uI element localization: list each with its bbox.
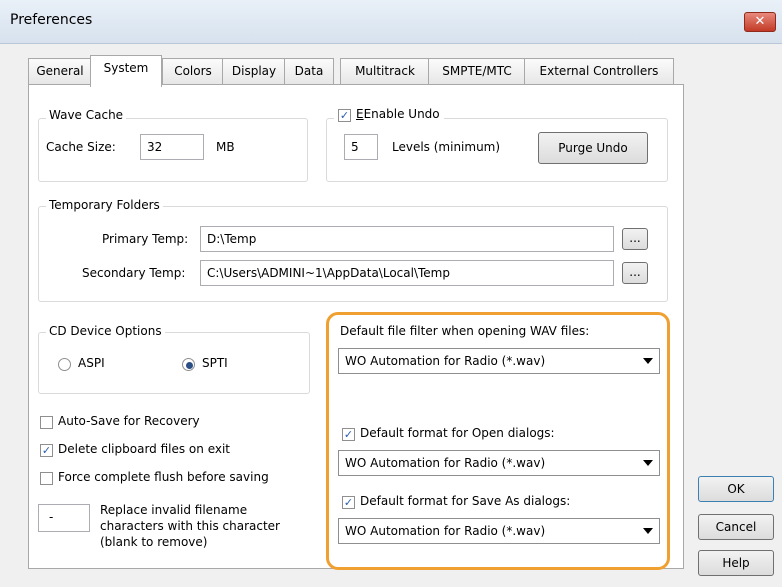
cache-size-label: Cache Size:	[46, 140, 116, 154]
ok-button[interactable]: OK	[698, 476, 774, 502]
replace-char-input[interactable]: -	[38, 504, 90, 532]
chevron-down-icon	[643, 528, 653, 534]
open-format-checkbox[interactable]: ✓	[342, 428, 355, 441]
wav-filter-label: Default file filter when opening WAV fil…	[340, 324, 590, 338]
cd-device-group-label: CD Device Options	[46, 324, 165, 338]
replace-char-line1: Replace invalid filename	[100, 503, 248, 517]
wave-cache-group-label: Wave Cache	[46, 108, 127, 122]
spti-label: SPTI	[202, 356, 228, 370]
cancel-button[interactable]: Cancel	[698, 514, 774, 540]
saveas-format-label: Default format for Save As dialogs:	[360, 494, 571, 508]
tab-smpte-mtc[interactable]: SMPTE/MTC	[428, 58, 526, 85]
temp-folders-group-label: Temporary Folders	[46, 198, 163, 212]
tab-multitrack[interactable]: Multitrack	[340, 58, 430, 85]
primary-temp-browse-button[interactable]: ...	[622, 228, 648, 250]
primary-temp-input[interactable]: D:\Temp	[200, 226, 614, 252]
saveas-format-value: WO Automation for Radio (*.wav)	[345, 524, 546, 538]
check-icon: ✓	[41, 444, 52, 457]
secondary-temp-browse-button[interactable]: ...	[622, 262, 648, 284]
undo-levels-input[interactable]: 5	[344, 134, 378, 160]
cache-size-input[interactable]: 32	[140, 134, 204, 160]
check-icon: ✓	[339, 109, 350, 122]
primary-temp-label: Primary Temp:	[102, 232, 189, 246]
tab-external-controllers[interactable]: External Controllers	[524, 58, 674, 85]
title-bar	[0, 0, 782, 44]
help-button[interactable]: Help	[698, 550, 774, 576]
wav-filter-value: WO Automation for Radio (*.wav)	[345, 354, 546, 368]
close-icon: ✕	[754, 14, 766, 29]
chevron-down-icon	[643, 460, 653, 466]
enable-undo-checkbox[interactable]: ✓	[338, 109, 351, 122]
enable-undo-label: EEnable Undo	[356, 107, 440, 121]
saveas-format-dropdown[interactable]: WO Automation for Radio (*.wav)	[338, 518, 660, 544]
close-button[interactable]: ✕	[744, 12, 776, 32]
window-title: Preferences	[10, 12, 93, 28]
spti-radio[interactable]	[182, 358, 195, 371]
replace-char-line2: characters with this character	[100, 519, 280, 533]
force-flush-checkbox[interactable]	[40, 472, 53, 485]
aspi-radio[interactable]	[58, 358, 71, 371]
delete-clipboard-checkbox[interactable]: ✓	[40, 444, 53, 457]
force-flush-label: Force complete flush before saving	[58, 470, 269, 484]
aspi-label: ASPI	[78, 356, 105, 370]
replace-char-line3: (blank to remove)	[100, 535, 208, 549]
tab-general[interactable]: General	[28, 58, 92, 85]
purge-undo-button[interactable]: Purge Undo	[538, 132, 648, 164]
tab-data[interactable]: Data	[284, 58, 334, 85]
tab-colors[interactable]: Colors	[162, 58, 224, 85]
enable-undo-text: Enable Undo	[363, 107, 440, 121]
check-icon: ✓	[343, 496, 354, 509]
auto-save-checkbox[interactable]	[40, 416, 53, 429]
temp-folders-group	[38, 206, 668, 302]
check-icon: ✓	[343, 428, 354, 441]
auto-save-label: Auto-Save for Recovery	[58, 414, 200, 428]
replace-char-description: Replace invalid filename characters with…	[100, 502, 320, 550]
delete-clipboard-label: Delete clipboard files on exit	[58, 442, 231, 456]
wav-filter-dropdown[interactable]: WO Automation for Radio (*.wav)	[338, 348, 660, 374]
undo-levels-label: Levels (minimum)	[392, 140, 501, 154]
open-format-label: Default format for Open dialogs:	[360, 426, 555, 440]
open-format-value: WO Automation for Radio (*.wav)	[345, 456, 546, 470]
tab-display[interactable]: Display	[222, 58, 286, 85]
saveas-format-checkbox[interactable]: ✓	[342, 496, 355, 509]
cache-size-unit: MB	[216, 140, 235, 154]
open-format-dropdown[interactable]: WO Automation for Radio (*.wav)	[338, 450, 660, 476]
secondary-temp-input[interactable]: C:\Users\ADMINI~1\AppData\Local\Temp	[200, 260, 614, 286]
secondary-temp-label: Secondary Temp:	[82, 266, 186, 280]
chevron-down-icon	[643, 358, 653, 364]
tab-system[interactable]: System	[90, 55, 162, 87]
